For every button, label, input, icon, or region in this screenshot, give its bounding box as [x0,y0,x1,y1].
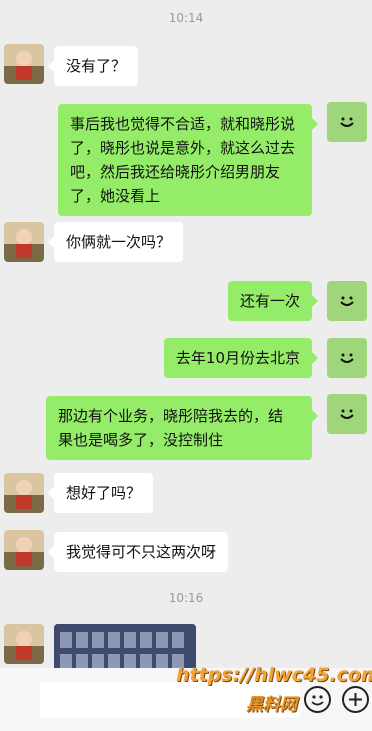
smiley-icon [311,695,324,706]
emoji-button[interactable] [304,686,331,713]
contact-avatar[interactable] [4,530,44,570]
outgoing-message[interactable]: 事后我也觉得不合适，就和晓彤说 了，晓彤也说是意外，就这么过去 吧，然后我还给晓… [58,104,318,216]
message-text: 去年10月份去北京 [175,349,300,367]
smile-face-icon [340,353,354,363]
message-text: 没有了？ [66,57,127,75]
watermark-url: https://hlwc45.com [176,664,372,686]
timestamp: 10:16 [168,591,204,605]
message-line: 吧，然后我还给晓彤介绍男朋友 [70,163,281,181]
outgoing-message[interactable]: 去年10月份去北京 [163,338,319,378]
smile-face-icon [340,117,354,127]
avatar-image [4,473,44,513]
self-avatar[interactable] [327,394,367,434]
message-text: 还有一次 [239,292,300,310]
message-text: 你俩就一次吗？ [66,233,172,251]
incoming-message[interactable]: 想好了吗？ [47,473,154,513]
avatar-image [4,222,44,262]
message-line: 了，晓彤也说是意外，就这么过去 [70,139,296,157]
avatar-image [4,44,44,84]
message-text: 我觉得可不只这两次呀 [66,543,217,561]
timestamp: 10:14 [168,11,204,25]
outgoing-message[interactable]: 那边有个业务，晓彤陪我去的，结 果也是喝多了，没控制住 [46,396,318,460]
smile-face-icon [340,409,354,419]
smile-face-icon [340,296,354,306]
contact-avatar[interactable] [4,624,44,664]
outgoing-message[interactable]: 还有一次 [227,281,319,321]
self-avatar[interactable] [327,281,367,321]
self-avatar[interactable] [327,338,367,378]
more-button[interactable] [342,686,369,713]
watermark-site-name: 黑料网 [246,695,297,715]
message-line: 果也是喝多了，没控制住 [58,431,224,449]
contact-avatar[interactable] [4,222,44,262]
avatar-image [4,530,44,570]
contact-avatar[interactable] [4,473,44,513]
message-text: 想好了吗？ [66,484,142,502]
incoming-message[interactable]: 我觉得可不只这两次呀 [47,532,229,572]
message-line: 了，她没看上 [70,187,161,205]
incoming-message[interactable]: 没有了？ [47,46,139,86]
avatar-image [4,624,44,664]
incoming-message[interactable]: 你俩就一次吗？ [47,222,184,262]
plus-icon [349,693,362,706]
contact-avatar[interactable] [4,44,44,84]
self-avatar[interactable] [327,102,367,142]
message-line: 事后我也觉得不合适，就和晓彤说 [70,115,296,133]
message-line: 那边有个业务，晓彤陪我去的，结 [58,407,284,425]
